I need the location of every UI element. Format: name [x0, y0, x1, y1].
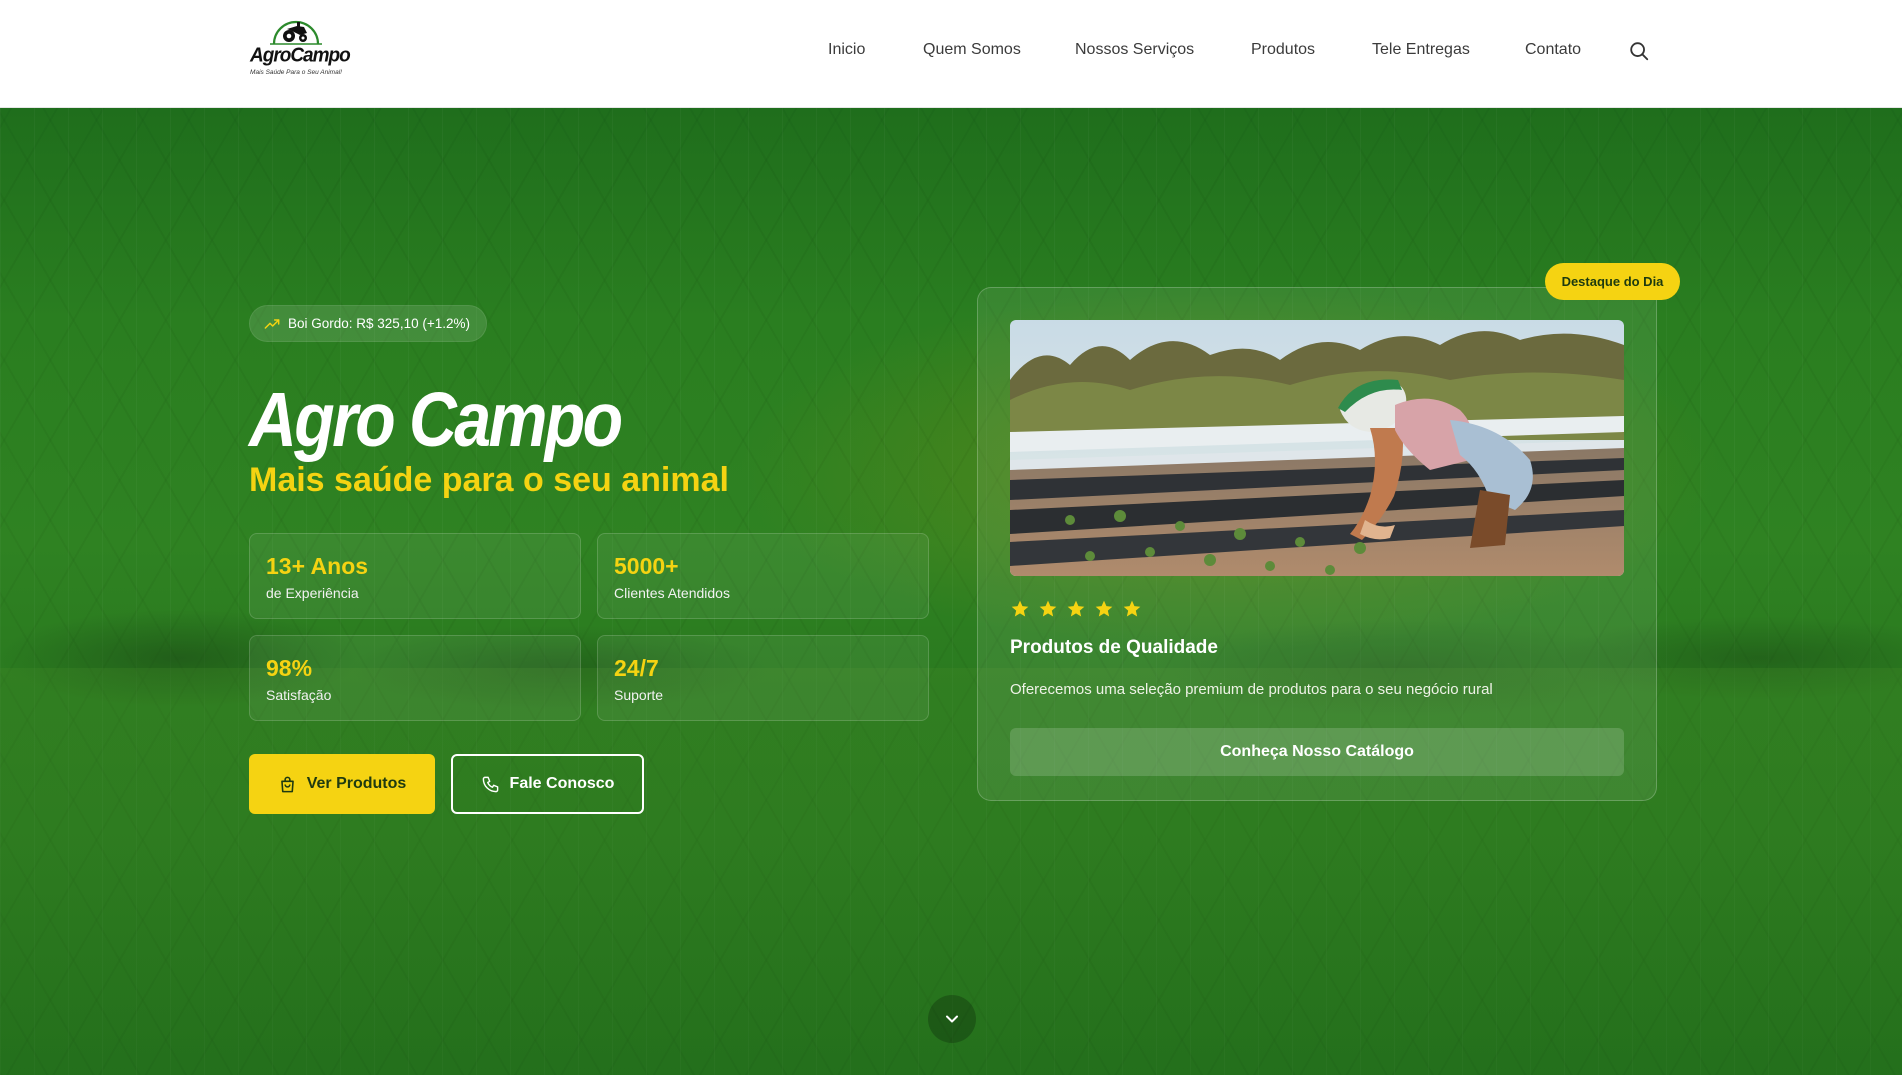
hero-title: Agro Campo	[249, 377, 623, 463]
logo-wordmark: AgroCampo	[250, 44, 351, 67]
nav-item-nossos-servicos[interactable]: Nossos Serviços	[1075, 41, 1194, 59]
nav-item-produtos[interactable]: Produtos	[1251, 41, 1315, 59]
star-icon	[1123, 600, 1141, 617]
chevron-down-icon	[946, 1015, 958, 1023]
view-products-label: Ver Produtos	[306, 775, 407, 792]
market-ticker: Boi Gordo: R$ 325,10 (+1.2%)	[249, 305, 487, 342]
stat-label: Clientes Atendidos	[614, 585, 730, 601]
nav-item-contato[interactable]: Contato	[1525, 41, 1581, 59]
contact-us-label: Fale Conosco	[509, 775, 615, 792]
trending-up-icon	[264, 318, 280, 329]
site-header: AgroCampo Mais Saúde Para o Seu Animal! …	[0, 0, 1902, 108]
catalog-button[interactable]: Conheça Nosso Catálogo	[1010, 728, 1624, 776]
ticker-text: Boi Gordo: R$ 325,10 (+1.2%)	[288, 316, 470, 331]
star-icon	[1039, 600, 1057, 617]
nav-item-inicio[interactable]: Inicio	[828, 41, 865, 59]
contact-us-button[interactable]: Fale Conosco	[451, 754, 644, 814]
featured-card: Produtos de Qualidade Oferecemos uma sel…	[977, 287, 1657, 801]
stat-card-support: 24/7 Suporte	[597, 635, 929, 721]
star-icon	[1095, 600, 1113, 617]
hero-subtitle: Mais saúde para o seu animal	[249, 461, 729, 499]
farmer-planting-image	[1010, 320, 1624, 576]
logo-slogan: Mais Saúde Para o Seu Animal!	[250, 69, 342, 76]
stat-label: Satisfação	[266, 687, 332, 703]
nav-item-quem-somos[interactable]: Quem Somos	[923, 41, 1021, 59]
search-icon[interactable]	[1628, 40, 1650, 62]
stat-value: 13+ Anos	[266, 553, 369, 579]
stat-value: 5000+	[614, 553, 679, 579]
stat-label: Suporte	[614, 687, 664, 703]
stat-label: de Experiência	[266, 585, 359, 601]
rating-stars	[1010, 599, 1142, 619]
hero-section: Boi Gordo: R$ 325,10 (+1.2%) Agro Campo …	[0, 108, 1902, 1075]
view-products-button[interactable]: Ver Produtos	[249, 754, 435, 814]
shopping-bag-icon	[280, 776, 294, 792]
star-icon	[1011, 600, 1029, 617]
stat-card-experience: 13+ Anos de Experiência	[249, 533, 581, 619]
scroll-down-button[interactable]	[928, 995, 976, 1043]
featured-title: Produtos de Qualidade	[1010, 637, 1218, 658]
farm-photo	[1010, 320, 1624, 576]
phone-icon	[482, 776, 498, 792]
stat-card-clients: 5000+ Clientes Atendidos	[597, 533, 929, 619]
stat-value: 24/7	[614, 655, 659, 681]
featured-description: Oferecemos uma seleção premium de produt…	[1010, 681, 1493, 698]
nav-item-tele-entregas[interactable]: Tele Entregas	[1372, 41, 1470, 59]
stat-card-satisfaction: 98% Satisfação	[249, 635, 581, 721]
stat-value: 98%	[266, 655, 313, 681]
agrocampo-logo[interactable]: AgroCampo Mais Saúde Para o Seu Animal!	[248, 14, 351, 80]
star-icon	[1067, 600, 1085, 617]
featured-badge: Destaque do Dia	[1545, 263, 1680, 300]
